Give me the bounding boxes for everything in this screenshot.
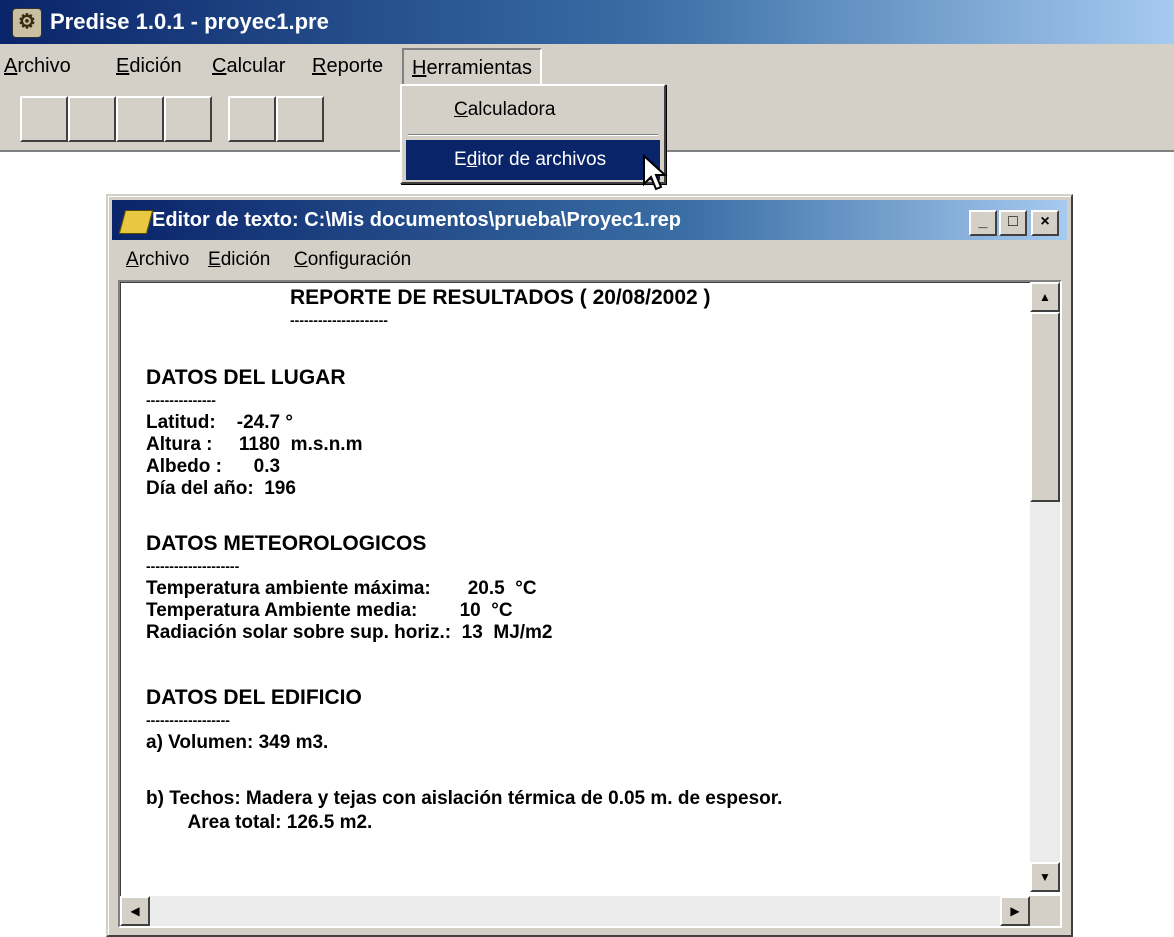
editor-title-bar: Editor de texto: C:\Mis documentos\prueb… (112, 200, 1067, 240)
radiacion-line: Radiación solar sobre sup. horiz.: 13 MJ… (146, 622, 553, 643)
section-underline: --------------- (146, 392, 216, 408)
toolbar-button-4[interactable] (164, 96, 212, 142)
text-area[interactable]: REPORTE DE RESULTADOS ( 20/08/2002 ) ---… (118, 280, 1062, 928)
scroll-up-arrow-icon[interactable]: ▲ (1030, 282, 1060, 312)
editor-title: Editor de texto: C:\Mis documentos\prueb… (152, 209, 681, 231)
dia-line: Día del año: 196 (146, 478, 296, 499)
app-icon: ⚙ (12, 8, 42, 38)
menu-item-calculadora[interactable]: Calculadora (406, 90, 660, 130)
report-title: REPORTE DE RESULTADOS ( 20/08/2002 ) (290, 286, 711, 309)
section-heading-edificio: DATOS DEL EDIFICIO (146, 686, 362, 709)
editor-menubar: Archivo Edición Configuración (112, 242, 1067, 278)
notepad-icon (118, 210, 154, 234)
editor-menu-archivo[interactable]: Archivo (126, 242, 189, 278)
menu-reporte[interactable]: Reporte (312, 44, 383, 90)
minimize-button[interactable]: _ (969, 210, 997, 236)
area-line: Area total: 126.5 m2. (146, 812, 373, 833)
latitud-line: Latitud: -24.7 ° (146, 412, 293, 433)
section-heading-lugar: DATOS DEL LUGAR (146, 366, 346, 389)
scroll-down-arrow-icon[interactable]: ▼ (1030, 862, 1060, 892)
menu-calcular[interactable]: Calcular (212, 44, 285, 90)
menu-separator (408, 134, 658, 136)
section-heading-meteo: DATOS METEOROLOGICOS (146, 532, 427, 555)
toolbar-button-6[interactable] (276, 96, 324, 142)
maximize-button[interactable]: □ (999, 210, 1027, 236)
tmax-line: Temperatura ambiente máxima: 20.5 °C (146, 578, 537, 599)
horizontal-scrollbar[interactable]: ◀ ▶ (120, 896, 1030, 926)
report-underline: --------------------- (290, 312, 388, 328)
editor-window: Editor de texto: C:\Mis documentos\prueb… (106, 194, 1073, 937)
menu-archivo[interactable]: Archivo (4, 44, 71, 90)
tmed-line: Temperatura Ambiente media: 10 °C (146, 600, 513, 621)
toolbar-button-1[interactable] (20, 96, 68, 142)
menu-herramientas[interactable]: Herramientas (402, 48, 543, 88)
herramientas-dropdown: Calculadora Editor de archivos (400, 84, 666, 184)
toolbar-button-3[interactable] (116, 96, 164, 142)
menu-item-editor-de-archivos[interactable]: Editor de archivos (406, 140, 660, 180)
mouse-pointer-icon (643, 154, 668, 191)
close-button[interactable]: × (1031, 210, 1059, 236)
toolbar-button-2[interactable] (68, 96, 116, 142)
volumen-line: a) Volumen: 349 m3. (146, 732, 329, 753)
section-underline: -------------------- (146, 558, 240, 574)
app-title: Predise 1.0.1 - proyec1.pre (50, 9, 329, 34)
scroll-left-arrow-icon[interactable]: ◀ (120, 896, 150, 926)
size-grip-icon[interactable] (1030, 896, 1060, 926)
vertical-scroll-thumb[interactable] (1030, 312, 1060, 502)
editor-menu-configuracion[interactable]: Configuración (294, 242, 411, 278)
altura-line: Altura : 1180 m.s.n.m (146, 434, 363, 455)
techos-line: b) Techos: Madera y tejas con aislación … (146, 788, 783, 809)
scroll-right-arrow-icon[interactable]: ▶ (1000, 896, 1030, 926)
editor-menu-edicion[interactable]: Edición (208, 242, 270, 278)
vertical-scrollbar[interactable]: ▲ ▼ (1030, 282, 1060, 892)
app-title-bar: ⚙ Predise 1.0.1 - proyec1.pre (0, 0, 1174, 44)
menu-edicion[interactable]: Edición (116, 44, 182, 90)
section-underline: ------------------ (146, 712, 230, 728)
toolbar-button-5[interactable] (228, 96, 276, 142)
albedo-line: Albedo : 0.3 (146, 456, 281, 477)
